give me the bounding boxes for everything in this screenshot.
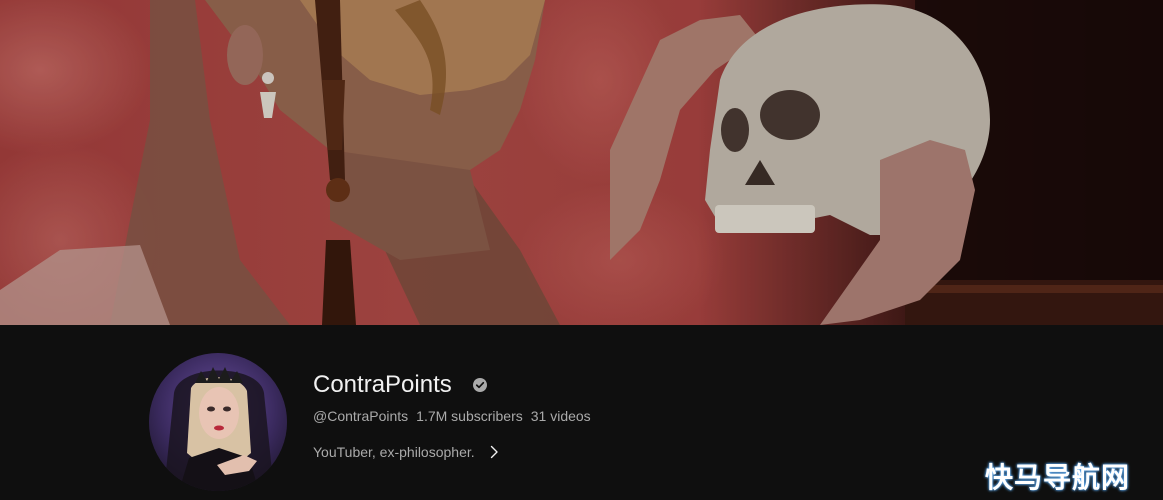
channel-description: YouTuber, ex-philosopher. [313, 444, 475, 460]
banner-illustration [0, 0, 1163, 325]
chevron-right-icon [490, 445, 498, 459]
channel-avatar[interactable] [149, 353, 287, 491]
channel-meta: @ContraPoints 1.7M subscribers 31 videos [313, 407, 591, 425]
channel-description-link[interactable]: YouTuber, ex-philosopher. [313, 442, 501, 462]
video-count: 31 videos [530, 408, 591, 424]
channel-name: ContraPoints [313, 371, 452, 398]
channel-handle: @ContraPoints [313, 408, 409, 424]
verified-check-icon [473, 378, 487, 392]
site-watermark: 快马导航网 [985, 461, 1131, 494]
channel-banner [0, 0, 1163, 325]
subscriber-count: 1.7M subscribers [416, 408, 523, 424]
avatar-image [149, 353, 287, 491]
